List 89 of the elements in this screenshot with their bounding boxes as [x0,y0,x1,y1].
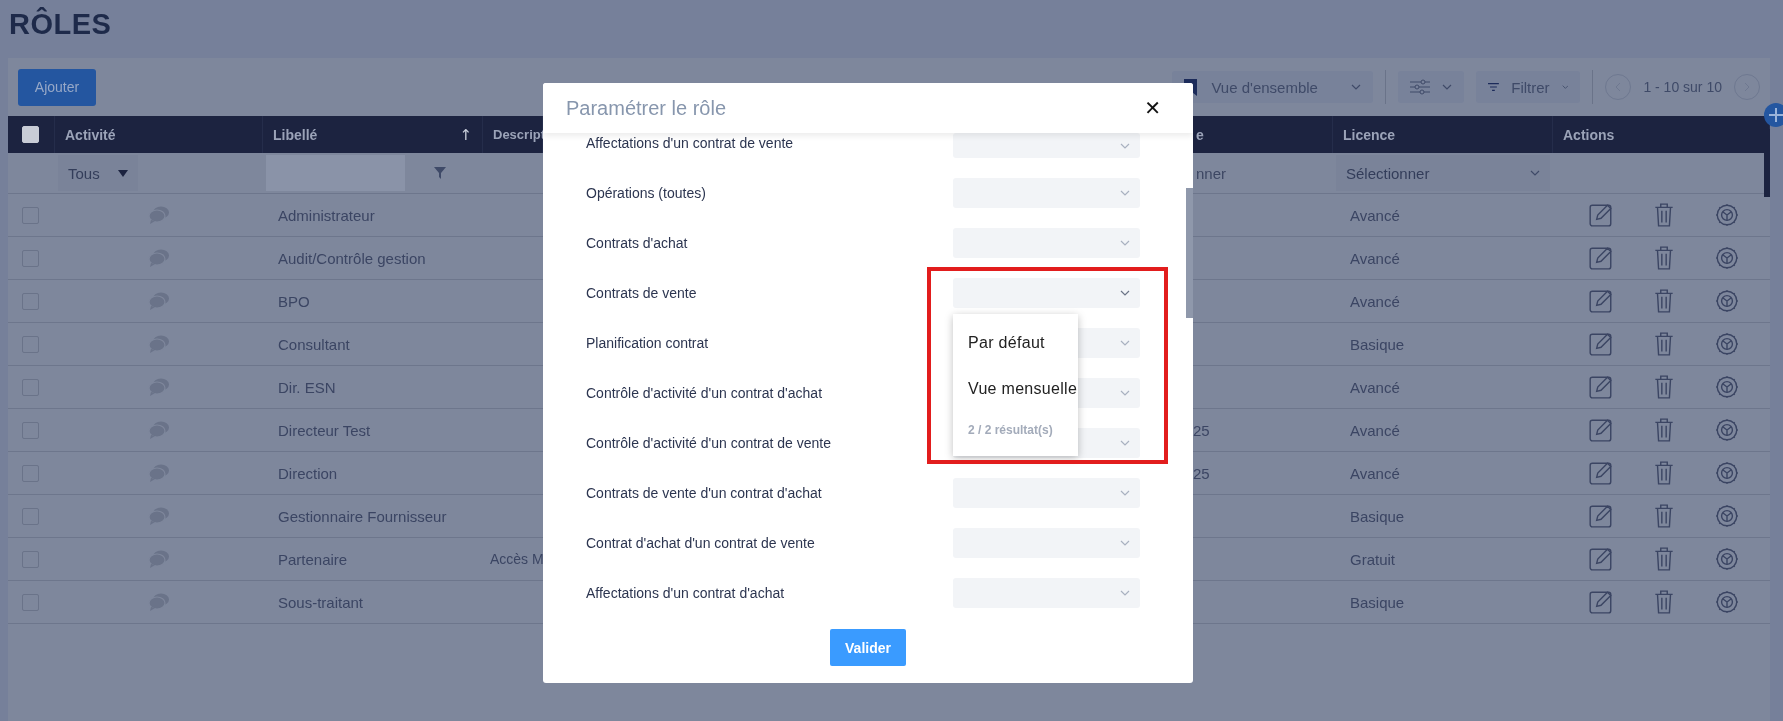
chevron-icon [1120,190,1130,196]
dropdown-option[interactable]: Par défaut [953,320,1078,366]
description-text: Accès M [490,551,544,567]
setting-label: Opérations (toutes) [586,185,707,201]
scrollbar-thumb[interactable] [1764,129,1770,197]
caret-icon [117,169,128,177]
setting-label: Planification contrat [586,335,710,351]
chevron-icon [1120,440,1130,446]
select-all-checkbox[interactable] [22,126,39,143]
edit-icon[interactable] [1588,503,1614,529]
role-label: Gestionnaire Fournisseur [278,507,447,525]
licence-text: Avancé [1350,421,1400,439]
columns-settings-button[interactable] [1398,71,1465,103]
role-label: Direction [278,464,338,482]
edit-icon[interactable] [1588,202,1614,228]
chevron-icon [1120,540,1130,546]
filter-icon [1488,81,1500,93]
edit-icon[interactable] [1588,331,1614,357]
role-label: Dir. ESN [278,378,336,396]
add-column-button[interactable] [1764,103,1783,127]
column-header[interactable]: e [1196,126,1204,143]
setting-label: Affectations d'un contrat de vente [586,134,795,151]
edit-icon[interactable] [1588,460,1614,486]
chevron-icon [1120,490,1130,496]
role-label: Consultant [278,335,350,353]
chevron-icon [1561,84,1569,90]
pagination-text: 1 - 10 sur 10 [1643,79,1722,95]
licence-text: Avancé [1350,464,1400,482]
licence-text: Avancé [1350,378,1400,396]
licence-text: Avancé [1350,249,1400,267]
chevron-icon [1120,340,1130,346]
dialog-title: Paramétrer le rôle [566,96,727,120]
setting-label: Contrôle d'activité d'un contrat de vente [586,435,833,451]
chevron-icon [1442,84,1453,90]
page-title: RÔLES [8,6,113,42]
settings-icon[interactable] [1714,589,1740,615]
setting-label: Contrats d'achat [586,235,689,251]
setting-label: Affectations d'un contrat d'achat [586,585,786,601]
funnel-icon[interactable] [434,167,446,179]
licence-text: Gratuit [1350,550,1395,568]
column-header[interactable]: Actions [1563,126,1615,143]
result-count: 2 / 2 résultat(s) [967,422,1054,439]
settings-icon[interactable] [1714,288,1740,314]
chevron-icon [1120,240,1130,246]
table-cell: 25 [1193,421,1210,439]
chevron-icon [1530,170,1540,176]
settings-icon[interactable] [1714,374,1740,400]
role-label: Partenaire [278,550,348,568]
edit-icon[interactable] [1588,374,1614,400]
dropdown-option[interactable]: Vue mensuelle [953,366,1078,412]
setting-label: Contrat d'achat d'un contrat de vente [586,535,816,551]
column-header[interactable]: Licence [1343,126,1396,143]
column-header[interactable]: Libellé [273,126,318,143]
edit-icon[interactable] [1588,288,1614,314]
role-label: Sous-traitant [278,593,364,611]
settings-icon[interactable] [1714,202,1740,228]
licence-text: Basique [1350,507,1405,525]
settings-icon[interactable] [1714,331,1740,357]
sort-arrow[interactable]: ↑ [459,125,472,144]
column-header[interactable]: Activité [65,126,116,143]
table-cell: 25 [1193,464,1210,482]
licence-text: Basique [1350,335,1405,353]
edit-icon[interactable] [1588,245,1614,271]
licence-text: Avancé [1350,206,1400,224]
edit-icon[interactable] [1588,417,1614,443]
chevron-icon [1351,84,1362,90]
setting-label: Contrats de vente d'un contrat d'achat [586,485,823,501]
setting-label: Contrats de vente [586,285,698,301]
settings-icon[interactable] [1714,417,1740,443]
licence-text: Basique [1350,593,1405,611]
settings-icon[interactable] [1714,460,1740,486]
edit-icon[interactable] [1588,589,1614,615]
chevron-icon [1120,390,1130,396]
settings-icon[interactable] [1714,245,1740,271]
licence-text: Avancé [1350,292,1400,310]
role-label: Audit/Contrôle gestion [278,249,426,267]
setting-label: Contrôle d'activité d'un contrat d'achat [586,385,824,401]
role-label: Administrateur [278,206,375,224]
chevron-icon [1120,142,1130,149]
settings-icon[interactable] [1714,503,1740,529]
scrollbar-thumb[interactable] [1186,188,1193,318]
sliders-icon [1410,79,1431,95]
role-label: Directeur Test [278,421,371,439]
settings-icon[interactable] [1714,546,1740,572]
chevron-icon [1120,590,1130,596]
edit-icon[interactable] [1588,546,1614,572]
close-button[interactable]: ✕ [1140,96,1165,120]
chevron-icon [1120,290,1130,296]
role-label: BPO [278,292,310,310]
